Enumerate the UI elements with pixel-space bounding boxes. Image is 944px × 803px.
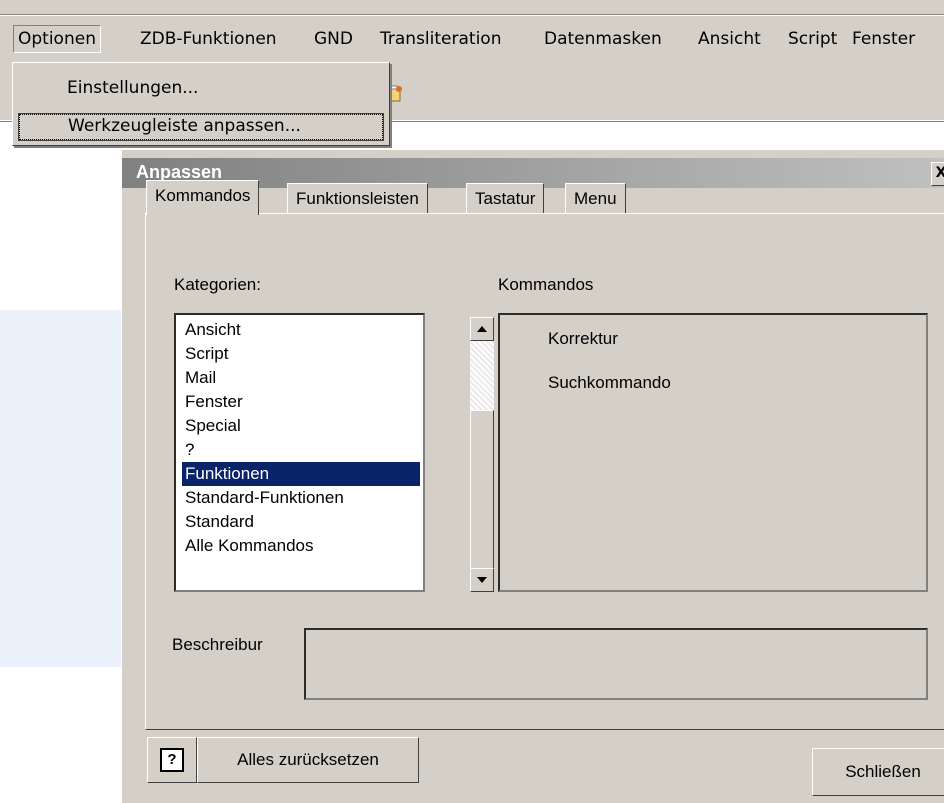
description-label: Beschreibur bbox=[172, 635, 263, 654]
categories-list[interactable]: Ansicht Script Mail Fenster Special ? Fu… bbox=[174, 313, 494, 592]
menu-fenster[interactable]: Fenster bbox=[848, 26, 919, 52]
tab-menu[interactable]: Menu bbox=[565, 183, 626, 214]
menu-gnd[interactable]: GND bbox=[310, 26, 357, 52]
menu-item-werkzeugleiste-anpassen[interactable]: Werkzeugleiste anpassen... bbox=[18, 113, 384, 141]
menu-optionen[interactable]: Optionen bbox=[13, 25, 101, 53]
workspace-left-panel bbox=[0, 310, 125, 667]
menu-item-einstellungen[interactable]: Einstellungen... bbox=[19, 76, 383, 100]
command-item[interactable]: Suchkommando bbox=[548, 373, 671, 393]
scroll-down-arrow-icon[interactable] bbox=[470, 568, 494, 592]
menu-datenmasken[interactable]: Datenmasken bbox=[540, 26, 666, 52]
help-button[interactable]: ? bbox=[147, 737, 197, 783]
list-item[interactable]: Fenster bbox=[182, 390, 420, 414]
tab-kommandos[interactable]: Kommandos bbox=[146, 180, 260, 215]
commands-list[interactable]: Korrektur Suchkommando bbox=[498, 313, 928, 592]
menu-script[interactable]: Script bbox=[784, 26, 841, 52]
list-item[interactable]: Mail bbox=[182, 366, 420, 390]
list-item[interactable]: Ansicht bbox=[182, 318, 420, 342]
categories-scrollbar[interactable] bbox=[470, 317, 494, 592]
window-top-divider bbox=[0, 14, 944, 15]
menu-transliteration[interactable]: Transliteration bbox=[376, 26, 505, 52]
close-icon[interactable]: X bbox=[931, 162, 944, 186]
scroll-up-arrow-icon[interactable] bbox=[470, 317, 494, 341]
tab-tastatur[interactable]: Tastatur bbox=[466, 183, 545, 214]
list-item[interactable]: Special bbox=[182, 414, 420, 438]
categories-label: Kategorien: bbox=[174, 275, 261, 294]
window-top-strip bbox=[0, 0, 944, 14]
list-item[interactable]: Standard bbox=[182, 510, 420, 534]
list-item[interactable]: Script bbox=[182, 342, 420, 366]
menu-zdb-funktionen[interactable]: ZDB-Funktionen bbox=[136, 26, 281, 52]
list-item-selected[interactable]: Funktionen bbox=[182, 462, 420, 486]
reset-all-button[interactable]: Alles zurücksetzen bbox=[197, 737, 419, 783]
description-box bbox=[304, 628, 928, 700]
menu-ansicht[interactable]: Ansicht bbox=[694, 26, 765, 52]
scrollbar-thumb[interactable] bbox=[470, 410, 494, 572]
list-item[interactable]: ? bbox=[182, 438, 420, 462]
tab-funktionsleisten[interactable]: Funktionsleisten bbox=[287, 183, 428, 214]
commands-label: Kommandos bbox=[498, 275, 594, 294]
customize-dialog: Anpassen X Kommandos Funktionsleisten Ta… bbox=[121, 150, 944, 803]
options-dropdown-menu: Einstellungen... Werkzeugleiste anpassen… bbox=[12, 62, 390, 146]
list-item[interactable]: Alle Kommandos bbox=[182, 534, 420, 558]
menubar: Optionen ZDB-Funktionen GND Transliterat… bbox=[0, 16, 944, 60]
command-item[interactable]: Korrektur bbox=[548, 329, 618, 349]
close-button[interactable]: Schließen bbox=[812, 748, 944, 796]
help-question-icon: ? bbox=[160, 747, 184, 772]
list-item[interactable]: Standard-Funktionen bbox=[182, 486, 420, 510]
